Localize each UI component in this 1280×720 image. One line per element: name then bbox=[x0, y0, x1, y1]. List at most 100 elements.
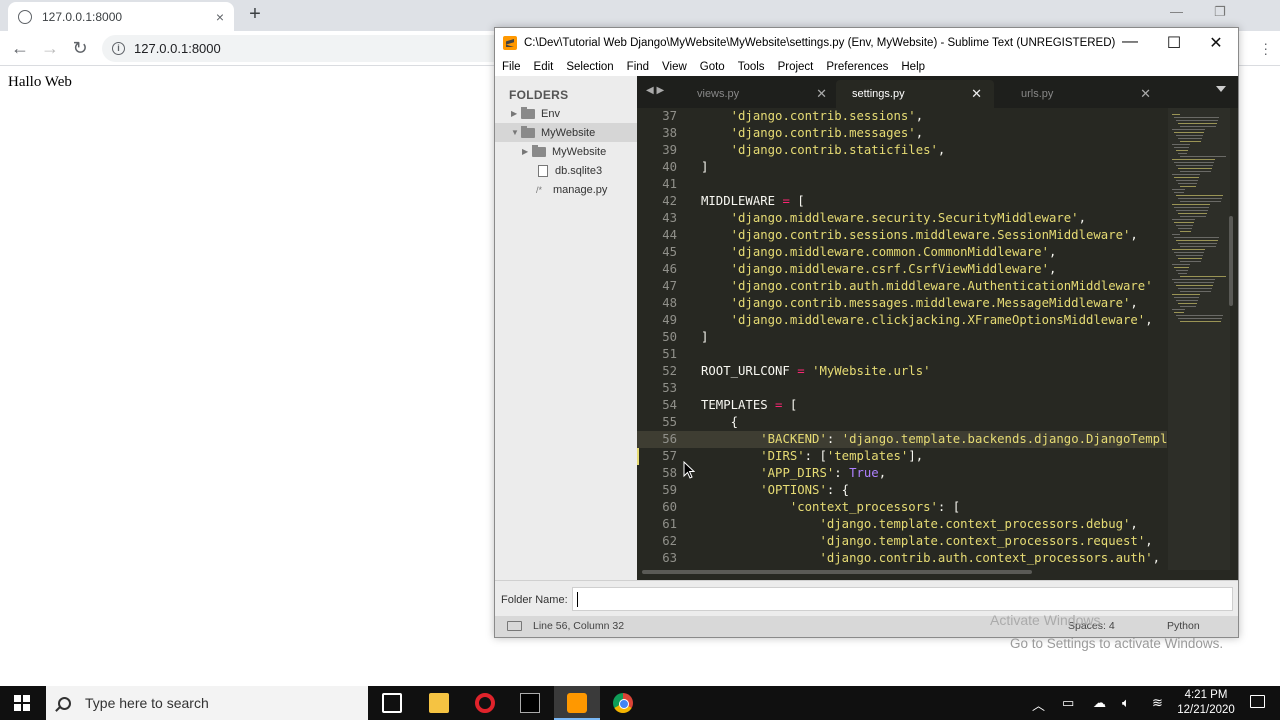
terminal-icon[interactable] bbox=[520, 693, 540, 713]
code-line[interactable]: 42 MIDDLEWARE = [ bbox=[637, 193, 1167, 210]
code-line[interactable]: 48 'django.contrib.messages.middleware.M… bbox=[637, 295, 1167, 312]
sidebar-item-manage[interactable]: /* manage.py bbox=[495, 180, 637, 199]
code-line[interactable]: 45 'django.middleware.common.CommonMiddl… bbox=[637, 244, 1167, 261]
line-number[interactable]: 62 bbox=[637, 533, 677, 550]
code-line[interactable]: 50] bbox=[637, 329, 1167, 346]
sidebar-item-mywebsite-root[interactable]: ▼ MyWebsite bbox=[495, 123, 637, 142]
line-number[interactable]: 39 bbox=[637, 142, 677, 159]
menu-file[interactable]: File bbox=[502, 61, 521, 73]
code-line[interactable]: 58 'APP_DIRS': True, bbox=[637, 465, 1167, 482]
code-line[interactable]: 54 TEMPLATES = [ bbox=[637, 397, 1167, 414]
menu-preferences[interactable]: Preferences bbox=[826, 61, 888, 73]
code-line[interactable]: 43 'django.middleware.security.SecurityM… bbox=[637, 210, 1167, 227]
windows-start-icon[interactable] bbox=[14, 695, 30, 711]
code-line[interactable]: 61 'django.template.context_processors.d… bbox=[637, 516, 1167, 533]
notifications-icon[interactable] bbox=[1250, 695, 1265, 708]
code-line[interactable]: 52 ROOT_URLCONF = 'MyWebsite.urls' bbox=[637, 363, 1167, 380]
file-explorer-icon[interactable] bbox=[429, 693, 449, 713]
close-tab-icon[interactable]: ✕ bbox=[1140, 86, 1151, 102]
line-number[interactable]: 40 bbox=[637, 159, 677, 176]
menu-tools[interactable]: Tools bbox=[738, 61, 765, 73]
maximize-icon[interactable]: ☐ bbox=[1159, 33, 1189, 53]
line-number[interactable]: 58 bbox=[637, 465, 677, 482]
menu-goto[interactable]: Goto bbox=[700, 61, 725, 73]
code-line[interactable]: 57 'DIRS': ['templates'], bbox=[637, 448, 1167, 465]
line-number[interactable]: 47 bbox=[637, 278, 677, 295]
close-icon[interactable]: ✕ bbox=[1201, 33, 1231, 53]
sidebar-item-mywebsite[interactable]: ▶ MyWebsite bbox=[495, 142, 637, 161]
line-number[interactable]: 54 bbox=[637, 397, 677, 414]
horizontal-scrollbar[interactable] bbox=[642, 570, 1032, 574]
browser-minimize-icon[interactable]: — bbox=[1170, 4, 1183, 19]
code-line[interactable]: 41 bbox=[637, 176, 1167, 193]
minimize-icon[interactable]: — bbox=[1115, 33, 1145, 51]
menu-edit[interactable]: Edit bbox=[534, 61, 554, 73]
chrome-icon[interactable] bbox=[613, 693, 633, 713]
onedrive-icon[interactable]: ☁ bbox=[1093, 695, 1106, 711]
browser-maximize-icon[interactable]: ❐ bbox=[1214, 4, 1226, 20]
cursor-position[interactable]: Line 56, Column 32 bbox=[533, 620, 624, 632]
new-tab-button[interactable]: + bbox=[244, 3, 266, 26]
sidebar-item-env[interactable]: ▶ Env bbox=[495, 104, 637, 123]
line-number[interactable]: 55 bbox=[637, 414, 677, 431]
code-line[interactable]: 44 'django.contrib.sessions.middleware.S… bbox=[637, 227, 1167, 244]
line-number[interactable]: 46 bbox=[637, 261, 677, 278]
taskbar-search[interactable]: Type here to search bbox=[46, 686, 368, 720]
line-number[interactable]: 49 bbox=[637, 312, 677, 329]
forward-arrow-icon[interactable]: → bbox=[40, 38, 60, 59]
line-number[interactable]: 51 bbox=[637, 346, 677, 363]
tab-nav-arrows-icon[interactable]: ◀ ▶ bbox=[646, 85, 664, 96]
code-line[interactable]: 46 'django.middleware.csrf.CsrfViewMiddl… bbox=[637, 261, 1167, 278]
code-line[interactable]: 63 'django.contrib.auth.context_processo… bbox=[637, 550, 1167, 567]
code-editor[interactable]: ◀ ▶ views.py ✕ settings.py ✕ urls.py ✕ 3… bbox=[637, 76, 1238, 580]
code-line[interactable]: 62 'django.template.context_processors.r… bbox=[637, 533, 1167, 550]
code-area[interactable]: 37 'django.contrib.sessions', 38 'django.… bbox=[637, 108, 1167, 570]
close-tab-icon[interactable]: ✕ bbox=[971, 86, 982, 102]
system-clock[interactable]: 4:21 PM 12/21/2020 bbox=[1175, 688, 1237, 718]
syntax-setting[interactable]: Python bbox=[1167, 620, 1200, 632]
line-number[interactable]: 44 bbox=[637, 227, 677, 244]
menu-help[interactable]: Help bbox=[901, 61, 925, 73]
browser-tab[interactable]: 127.0.0.1:8000 × bbox=[8, 2, 234, 31]
code-line[interactable]: 55 { bbox=[637, 414, 1167, 431]
code-line[interactable]: 38 'django.contrib.messages', bbox=[637, 125, 1167, 142]
opera-icon[interactable] bbox=[475, 693, 495, 713]
code-line[interactable]: 51 bbox=[637, 346, 1167, 363]
line-number[interactable]: 38 bbox=[637, 125, 677, 142]
battery-icon[interactable]: ▭ bbox=[1062, 695, 1074, 711]
sublime-text-icon[interactable] bbox=[567, 693, 587, 713]
line-number[interactable]: 60 bbox=[637, 499, 677, 516]
menu-project[interactable]: Project bbox=[778, 61, 814, 73]
line-number[interactable]: 37 bbox=[637, 108, 677, 125]
line-number[interactable]: 56 bbox=[637, 431, 677, 448]
line-number[interactable]: 57 bbox=[637, 448, 677, 465]
show-hidden-icons-icon[interactable]: ︿ bbox=[1032, 695, 1045, 714]
line-number[interactable]: 41 bbox=[637, 176, 677, 193]
expand-arrow-icon[interactable]: ▶ bbox=[522, 147, 532, 156]
line-number[interactable]: 61 bbox=[637, 516, 677, 533]
line-number[interactable]: 48 bbox=[637, 295, 677, 312]
task-view-icon[interactable] bbox=[382, 693, 402, 713]
code-line[interactable]: 39 'django.contrib.staticfiles', bbox=[637, 142, 1167, 159]
line-number[interactable]: 52 bbox=[637, 363, 677, 380]
reload-icon[interactable]: ↻ bbox=[70, 38, 90, 59]
code-line[interactable]: 53 bbox=[637, 380, 1167, 397]
close-tab-icon[interactable]: × bbox=[216, 9, 224, 25]
code-line[interactable]: 59 'OPTIONS': { bbox=[637, 482, 1167, 499]
sublime-titlebar[interactable]: C:\Dev\Tutorial Web Django\MyWebsite\MyW… bbox=[495, 28, 1238, 58]
code-line[interactable]: 47 'django.contrib.auth.middleware.Authe… bbox=[637, 278, 1167, 295]
menu-selection[interactable]: Selection bbox=[566, 61, 613, 73]
console-icon[interactable] bbox=[507, 621, 522, 631]
line-number[interactable]: 53 bbox=[637, 380, 677, 397]
wifi-icon[interactable]: ≋ bbox=[1152, 695, 1163, 711]
browser-menu-icon[interactable]: · · · bbox=[1263, 36, 1268, 60]
line-number[interactable]: 50 bbox=[637, 329, 677, 346]
expand-arrow-icon[interactable]: ▶ bbox=[511, 109, 521, 118]
volume-icon[interactable]: 🔈︎ bbox=[1122, 695, 1130, 711]
line-number[interactable]: 63 bbox=[637, 550, 677, 567]
code-line[interactable]: 56 'BACKEND': 'django.template.backends.… bbox=[637, 431, 1167, 448]
line-number[interactable]: 42 bbox=[637, 193, 677, 210]
menu-view[interactable]: View bbox=[662, 61, 687, 73]
code-line[interactable]: 37 'django.contrib.sessions', bbox=[637, 108, 1167, 125]
folder-name-input[interactable] bbox=[572, 587, 1233, 611]
